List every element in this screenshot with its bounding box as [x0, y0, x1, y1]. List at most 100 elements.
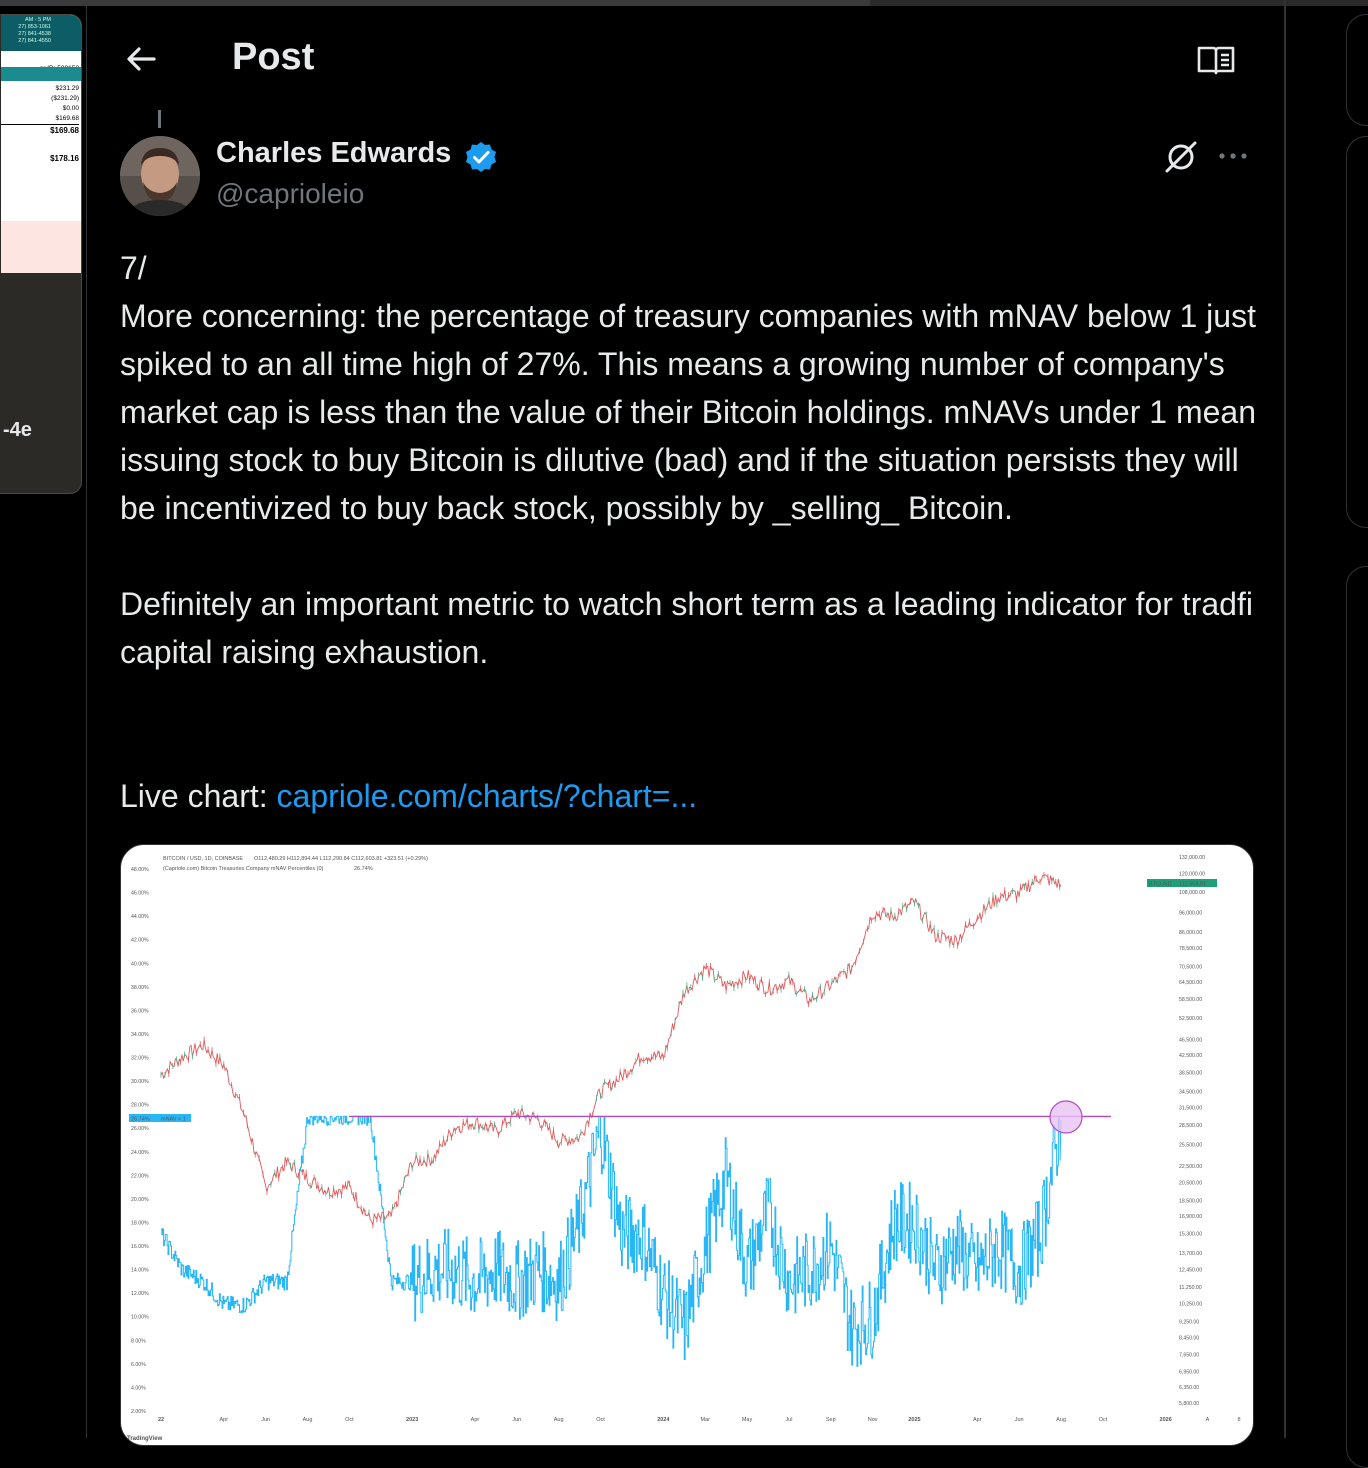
- chart-header-line1: BITCOIN / USD, 1D, COINBASE: [163, 856, 243, 862]
- highlight-circle: [1049, 1100, 1083, 1134]
- left-axis-tick: 48.00%: [131, 867, 149, 873]
- left-axis-tick: 8.00%: [131, 1338, 146, 1344]
- left-axis-tick: 22.00%: [131, 1173, 149, 1179]
- right-axis-tick: 12,450.00: [1179, 1268, 1202, 1274]
- right-axis-ticks: 132,000.00 120,000.00 108,000.00 96,000.00 8…: [1179, 855, 1205, 1407]
- left-axis-tick: 40.00%: [131, 961, 149, 967]
- x-axis-tick: Oct: [596, 1417, 605, 1423]
- x-axis-tick: 2023: [406, 1417, 418, 1423]
- btc-badge-symbol: BTCUSD: [1149, 882, 1172, 888]
- right-axis-tick: 120,000.00: [1179, 872, 1205, 878]
- receipt-phone: 27) 853-1061: [18, 24, 51, 30]
- x-axis-tick: Mar: [700, 1417, 710, 1423]
- left-axis-tick: 38.00%: [131, 985, 149, 991]
- right-axis-tick: 9,250.00: [1179, 1319, 1199, 1325]
- right-axis-tick: 28,500.00: [1179, 1123, 1202, 1129]
- mnav-series: [161, 1115, 1062, 1367]
- grok-icon[interactable]: [1162, 138, 1200, 176]
- mnav-badge-value: 26.74%: [131, 1117, 150, 1123]
- right-sidebar-card[interactable]: [1346, 136, 1368, 528]
- x-axis-tick: A: [1206, 1417, 1210, 1423]
- page-title: Post: [232, 36, 315, 78]
- right-axis-tick: 86,000.00: [1179, 930, 1202, 936]
- x-axis-tick: Oct: [1099, 1417, 1108, 1423]
- left-axis-tick: 46.00%: [131, 891, 149, 897]
- right-axis-tick: 7,650.00: [1179, 1353, 1199, 1359]
- right-axis-tick: 46,500.00: [1179, 1037, 1202, 1043]
- left-axis-tick: 4.00%: [131, 1385, 146, 1391]
- x-axis-tick: 2024: [657, 1417, 670, 1423]
- left-axis-tick: 44.00%: [131, 914, 149, 920]
- back-arrow-icon[interactable]: [124, 42, 158, 76]
- right-axis-tick: 11,250.00: [1179, 1285, 1202, 1291]
- x-axis-tick: 8: [1237, 1417, 1240, 1423]
- x-axis-tick: Aug: [303, 1417, 313, 1423]
- avatar[interactable]: [120, 136, 200, 216]
- x-axis-tick: Aug: [554, 1417, 564, 1423]
- receipt-phone: 27) 841-4538: [18, 31, 51, 37]
- chart-image[interactable]: 48.00% 46.00% 44.00% 42.00% 40.00% 38.00% 36.0…: [120, 844, 1254, 1446]
- verified-badge-icon[interactable]: [464, 140, 498, 174]
- right-axis-tick: 6,950.00: [1179, 1369, 1199, 1375]
- right-axis-tick: 8,450.00: [1179, 1335, 1199, 1341]
- x-axis-tick: Jul: [785, 1417, 792, 1423]
- left-axis-ticks: 48.00% 46.00% 44.00% 42.00% 40.00% 38.00% 36.0…: [131, 867, 149, 1415]
- mnav-line: [161, 1115, 1062, 1367]
- chart-header-line2-value: 26.74%: [354, 866, 373, 872]
- right-axis-tick: 20,500.00: [1179, 1180, 1202, 1186]
- right-axis-tick: 132,000.00: [1179, 855, 1205, 861]
- x-axis-ticks: 22 Apr Jun Aug Oct 2023 Apr Jun Aug Oct 2024 Mar May…: [158, 1417, 1241, 1423]
- receipt-header-band: AM - 5 PM 27) 853-1061 27) 841-4538 27) …: [1, 15, 81, 51]
- right-axis-tick: 13,700.00: [1179, 1251, 1202, 1257]
- btc-badge-value: 112,603.81: [1179, 882, 1206, 888]
- x-axis-tick: Jun: [261, 1417, 270, 1423]
- thread-connector: [158, 110, 161, 128]
- left-axis-tick: 12.00%: [131, 1291, 149, 1297]
- x-axis-tick: Sep: [826, 1417, 836, 1423]
- left-axis-tick: 24.00%: [131, 1150, 149, 1156]
- receipt-total: $178.16: [50, 154, 79, 163]
- left-window-code: -4e: [3, 419, 32, 441]
- x-axis-tick: May: [742, 1417, 753, 1423]
- left-axis-tick: 32.00%: [131, 1056, 149, 1062]
- left-axis-tick: 36.00%: [131, 1008, 149, 1014]
- right-axis-tick: 64,500.00: [1179, 980, 1202, 986]
- right-axis-tick: 96,000.00: [1179, 911, 1202, 917]
- x-axis-tick: Apr: [973, 1417, 982, 1423]
- author-display-name[interactable]: Charles Edwards: [216, 137, 451, 170]
- right-axis-tick: 5,800.00: [1179, 1401, 1199, 1407]
- right-axis-tick: 70,500.00: [1179, 965, 1202, 971]
- right-axis-tick: 18,500.00: [1179, 1198, 1202, 1204]
- chart-header-line2: (Capriole.com) Bitcoin Treasuries Compan…: [163, 866, 324, 872]
- author-handle[interactable]: @caprioleio: [216, 178, 364, 210]
- right-axis-tick: 38,500.00: [1179, 1070, 1202, 1076]
- right-axis-tick: 42,500.00: [1179, 1053, 1202, 1059]
- right-axis-tick: 6,350.00: [1179, 1385, 1199, 1391]
- left-axis-tick: 28.00%: [131, 1103, 149, 1109]
- tradingview-logo: TradingView: [127, 1436, 163, 1442]
- receipt-teal-bar: [1, 67, 81, 81]
- right-sidebar-card[interactable]: [1346, 14, 1368, 126]
- post-link[interactable]: capriole.com/charts/?chart=...: [277, 778, 698, 814]
- more-options-icon[interactable]: [1216, 144, 1250, 168]
- right-axis-tick: 108,000.00: [1179, 890, 1205, 896]
- x-axis-tick: Jun: [512, 1417, 521, 1423]
- right-axis-tick: 25,500.00: [1179, 1142, 1202, 1148]
- left-axis-tick: 6.00%: [131, 1362, 146, 1368]
- right-axis-tick: 58,500.00: [1179, 997, 1202, 1003]
- right-sidebar-card[interactable]: [1346, 566, 1368, 1468]
- x-axis-tick: Jun: [1015, 1417, 1024, 1423]
- left-background-window[interactable]: er ID: 508152 08/21/2025 $231.29 ($231.2…: [0, 14, 82, 494]
- right-axis-tick: 31,500.00: [1179, 1105, 1202, 1111]
- left-axis-tick: 30.00%: [131, 1079, 149, 1085]
- post-link-prefix: Live chart:: [120, 778, 277, 814]
- receipt-total: $169.68: [1, 124, 79, 137]
- left-axis-tick: 2.00%: [131, 1409, 146, 1415]
- left-axis-tick: 18.00%: [131, 1220, 149, 1226]
- reader-mode-icon[interactable]: [1196, 44, 1236, 76]
- right-axis-tick: 15,300.00: [1179, 1232, 1202, 1238]
- x-axis-tick: Apr: [471, 1417, 480, 1423]
- left-axis-tick: 16.00%: [131, 1244, 149, 1250]
- mnav-badge-label: mNAV < 1: [161, 1117, 186, 1123]
- x-axis-tick: Apr: [220, 1417, 229, 1423]
